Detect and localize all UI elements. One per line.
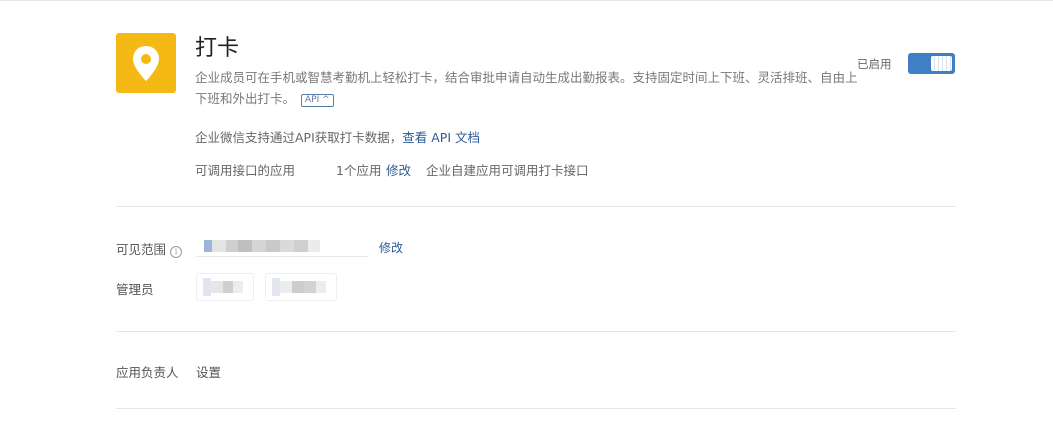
blurred-text — [294, 240, 308, 252]
app-description-text: 企业成员可在手机或智慧考勤机上轻松打卡，结合审批申请自动生成出勤报表。支持固定时… — [195, 70, 858, 106]
callable-apps-note: 企业自建应用可调用打卡接口 — [426, 163, 589, 178]
api-tag-button[interactable]: API ^ — [301, 94, 334, 107]
section-divider — [116, 408, 956, 409]
blurred-avatar — [203, 278, 211, 296]
visibility-label-row: 可见范围 i — [116, 239, 183, 258]
admins-label: 管理员 — [116, 282, 154, 297]
callable-apps-modify-link[interactable]: 修改 — [386, 160, 411, 179]
blurred-text — [316, 281, 326, 293]
blurred-text — [212, 240, 226, 252]
blurred-text — [266, 240, 280, 252]
toggle-knob — [931, 56, 952, 71]
blurred-text — [233, 281, 243, 293]
view-api-docs-link[interactable]: 查看 API 文档 — [402, 130, 480, 145]
status-label: 已启用 — [857, 57, 892, 71]
blurred-avatar — [272, 278, 280, 296]
app-detail-page: 打卡 企业成员可在手机或智慧考勤机上轻松打卡，结合审批申请自动生成出勤报表。支持… — [0, 0, 1053, 435]
section-divider — [116, 206, 956, 207]
blurred-text — [304, 281, 316, 293]
blurred-text — [280, 240, 294, 252]
blurred-text — [308, 240, 320, 252]
blurred-text — [223, 281, 233, 293]
blurred-avatar — [204, 240, 212, 252]
callable-apps-row: 可调用接口的应用 1个应用 修改 企业自建应用可调用打卡接口 — [195, 160, 589, 179]
visibility-scope-value — [196, 236, 368, 257]
admin-chip[interactable] — [265, 273, 337, 301]
api-info-text: 企业微信支持通过API获取打卡数据， — [195, 130, 403, 145]
owner-setup-link[interactable]: 设置 — [196, 362, 221, 381]
app-description: 企业成员可在手机或智慧考勤机上轻松打卡，结合审批申请自动生成出勤报表。支持固定时… — [195, 67, 860, 109]
callable-apps-label: 可调用接口的应用 — [195, 163, 296, 178]
app-title: 打卡 — [195, 36, 240, 61]
app-icon — [116, 33, 176, 93]
info-icon[interactable]: i — [170, 246, 183, 258]
admin-chip[interactable] — [196, 273, 254, 301]
blurred-text — [292, 281, 304, 293]
blurred-text — [226, 240, 238, 252]
visibility-label: 可见范围 — [116, 242, 167, 257]
visibility-modify-link[interactable]: 修改 — [379, 239, 403, 256]
blurred-text — [280, 281, 292, 293]
blurred-text — [252, 240, 266, 252]
api-info-line: 企业微信支持通过API获取打卡数据，查看 API 文档 — [195, 127, 480, 146]
blurred-text — [238, 240, 252, 252]
enable-toggle[interactable] — [908, 53, 955, 74]
blurred-text — [211, 281, 223, 293]
location-pin-icon — [133, 46, 159, 81]
owner-label: 应用负责人 — [116, 365, 179, 380]
section-divider — [116, 331, 956, 332]
callable-apps-count: 1个应用 — [336, 163, 382, 178]
